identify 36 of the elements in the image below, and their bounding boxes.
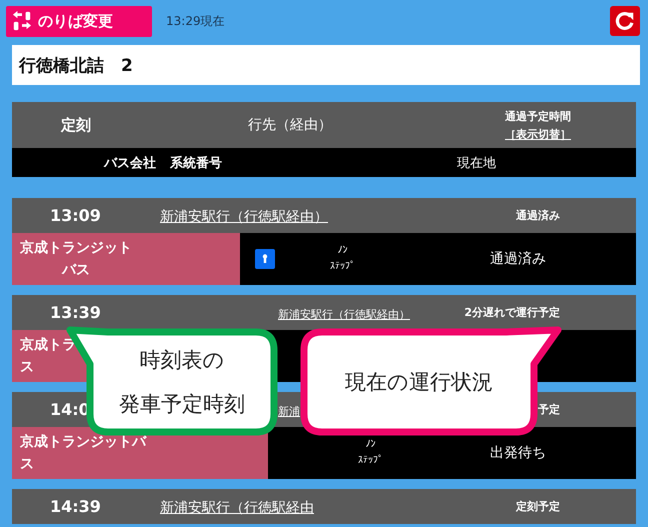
- timestamp: 13:29現在: [166, 12, 225, 30]
- column-heading: 定刻: [60, 116, 92, 134]
- departure-row[interactable]: 13:09 新浦安駅行（行徳駅経由） 通過済み: [12, 198, 636, 233]
- stop-name: 行徳橋北詰 2: [19, 54, 133, 76]
- departure-row[interactable]: 13:39 新浦安駅行（行徳駅経由） 2分遅れで運行予定: [12, 295, 636, 330]
- current-location: 通過済み: [490, 250, 546, 268]
- destination-link[interactable]: 新浦: [278, 405, 300, 418]
- column-heading: 系統番号: [170, 154, 222, 172]
- column-heading: 通過予定時間: [505, 108, 571, 124]
- departure-time: 13:39: [49, 303, 102, 322]
- vehicle-type: ﾉﾝ ｽﾃｯﾌﾟ: [330, 244, 355, 274]
- platform-change-button[interactable]: のりば変更: [6, 6, 152, 36]
- column-heading: バス会社: [104, 154, 156, 172]
- destination-link[interactable]: 新浦安駅行（行徳駅経由）: [160, 208, 328, 224]
- callout-text: 時刻表の 発車予定時刻: [119, 347, 245, 418]
- current-location: 出発待ち: [490, 444, 546, 462]
- bus-company: 京成トラ ス: [20, 336, 76, 377]
- swap-arrows-icon: [12, 10, 32, 32]
- departure-time: 14:39: [49, 497, 102, 516]
- bus-company: 京成トランジット バス: [20, 238, 132, 280]
- column-heading: 行先（経由）: [247, 116, 333, 134]
- destination-link[interactable]: 新浦安駅行（行徳駅経由）: [278, 308, 410, 321]
- destination-link[interactable]: 新浦安駅行（行徳駅経由: [160, 500, 314, 516]
- bus-company: 京成トランジットバ ス: [20, 432, 146, 474]
- callout-text: 現在の運行状況: [345, 369, 493, 396]
- status-text: 定刻予定: [514, 499, 561, 514]
- refresh-button[interactable]: [610, 6, 640, 36]
- departure-row[interactable]: 14:39 新浦安駅行（行徳駅経由 定刻予定: [12, 489, 636, 524]
- status-text: 予定: [537, 402, 561, 417]
- status-text: 通過済み: [515, 208, 561, 223]
- vehicle-type: ﾉﾝ ｽﾃｯﾌﾟ: [358, 438, 383, 468]
- toggle-link[interactable]: ［表示切替］: [505, 126, 571, 142]
- refresh-icon: [614, 10, 636, 32]
- column-heading: 現在地: [457, 154, 496, 172]
- status-text: 2分遅れで運行予定: [463, 305, 561, 320]
- departure-time: 13:09: [49, 206, 102, 225]
